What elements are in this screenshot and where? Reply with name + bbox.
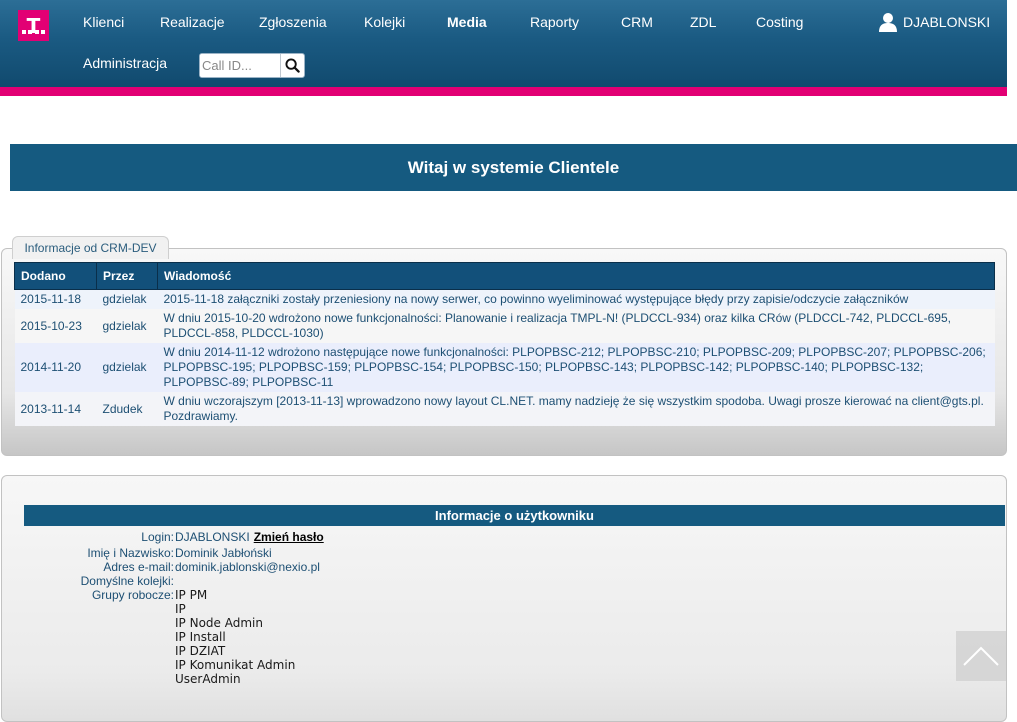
search-button[interactable]: [280, 54, 304, 77]
group-item: IP DZIAT: [175, 644, 226, 658]
scroll-to-top-button[interactable]: [956, 631, 1006, 681]
row-date: 2013-11-14: [14, 392, 97, 426]
row-date: 2015-10-23: [14, 309, 97, 343]
login-label: Login:: [141, 530, 174, 544]
call-id-input[interactable]: [200, 54, 280, 77]
table-row: 2013-11-14 Zdudek W dniu wczorajszym [20…: [14, 392, 995, 426]
row-message: W dniu 2014-11-12 wdrożono następujące n…: [157, 343, 995, 392]
email-label: Adres e-mail:: [103, 560, 174, 574]
table-row: 2015-10-23 gdzielak W dniu 2015-10-20 wd…: [14, 309, 995, 343]
group-item: IP PM: [175, 588, 208, 602]
group-item: IP: [175, 602, 186, 616]
crm-tab-label: Informacje od CRM-DEV: [24, 241, 157, 255]
crm-info-panel: Dodano Przez Wiadomość 2015-11-18 gdziel…: [1, 248, 1007, 456]
login-value: DJABLONSKI: [175, 530, 250, 544]
user-info-title: Informacje o użytkowniku: [435, 508, 594, 523]
table-row: 2014-11-20 gdzielak W dniu 2014-11-12 wd…: [14, 343, 995, 392]
login-value-row: DJABLONSKI Zmień hasło: [175, 530, 324, 544]
nav-klienci[interactable]: Klienci: [83, 14, 124, 30]
row-date: 2014-11-20: [14, 343, 97, 392]
name-label: Imię i Nazwisko:: [87, 546, 174, 560]
row-author: Zdudek: [96, 392, 158, 426]
welcome-title: Witaj w systemie Clientele: [407, 157, 620, 177]
queues-label: Domyślne kolejki:: [80, 574, 174, 588]
nav-media[interactable]: Media: [447, 14, 487, 30]
row-message: 2015-11-18 załączniki zostały przeniesio…: [157, 289, 995, 309]
nav-costing[interactable]: Costing: [756, 14, 803, 30]
group-item: IP Node Admin: [175, 616, 263, 630]
row-message: W dniu wczorajszym [2013-11-13] wprowadz…: [157, 392, 995, 426]
column-przez[interactable]: Przez: [96, 262, 158, 290]
row-author: gdzielak: [96, 343, 158, 392]
group-item: UserAdmin: [175, 672, 241, 686]
groups-label: Grupy robocze:: [91, 588, 174, 602]
telekom-logo[interactable]: T: [18, 10, 49, 41]
nav-kolejki[interactable]: Kolejki: [364, 14, 405, 30]
user-info-header: Informacje o użytkowniku: [24, 505, 1005, 526]
nav-raporty[interactable]: Raporty: [530, 14, 579, 30]
nav-administracja[interactable]: Administracja: [83, 55, 167, 71]
table-row: 2015-11-18 gdzielak 2015-11-18 załącznik…: [14, 289, 995, 309]
row-author: gdzielak: [96, 309, 158, 343]
column-dodano[interactable]: Dodano: [14, 262, 97, 290]
chevron-up-icon: [963, 646, 999, 666]
nav-zgloszenia[interactable]: Zgłoszenia: [259, 14, 327, 30]
user-name: DJABLONSKI: [903, 14, 991, 30]
group-item: IP Komunikat Admin: [175, 658, 296, 672]
table-header-row: Dodano Przez Wiadomość: [14, 262, 995, 290]
nav-crm[interactable]: CRM: [621, 14, 653, 30]
row-message: W dniu 2015-10-20 wdrożono nowe funkcjon…: [157, 309, 995, 343]
email-value: dominik.jablonski@nexio.pl: [175, 560, 320, 574]
name-value: Dominik Jabłoński: [175, 546, 272, 560]
crm-messages-table: Dodano Przez Wiadomość 2015-11-18 gdziel…: [14, 262, 995, 426]
nav-zdl[interactable]: ZDL: [690, 14, 716, 30]
user-menu[interactable]: DJABLONSKI: [878, 12, 990, 32]
change-password-link[interactable]: Zmień hasło: [254, 530, 324, 544]
crm-info-tab: Informacje od CRM-DEV: [12, 236, 169, 259]
welcome-banner: Witaj w systemie Clientele: [10, 144, 1017, 191]
row-date: 2015-11-18: [14, 289, 97, 309]
call-id-search: [199, 53, 305, 78]
brand-stripe: [0, 87, 1007, 96]
top-navbar: T Klienci Realizacje Zgłoszenia Kolejki …: [0, 0, 1007, 87]
user-info-panel: Informacje o użytkowniku Login: DJABLONS…: [1, 475, 1007, 722]
group-item: IP Install: [175, 630, 226, 644]
nav-realizacje[interactable]: Realizacje: [160, 14, 225, 30]
search-icon: [285, 58, 300, 73]
user-icon: [879, 13, 897, 32]
column-wiadomosc[interactable]: Wiadomość: [157, 262, 995, 290]
row-author: gdzielak: [96, 289, 158, 309]
